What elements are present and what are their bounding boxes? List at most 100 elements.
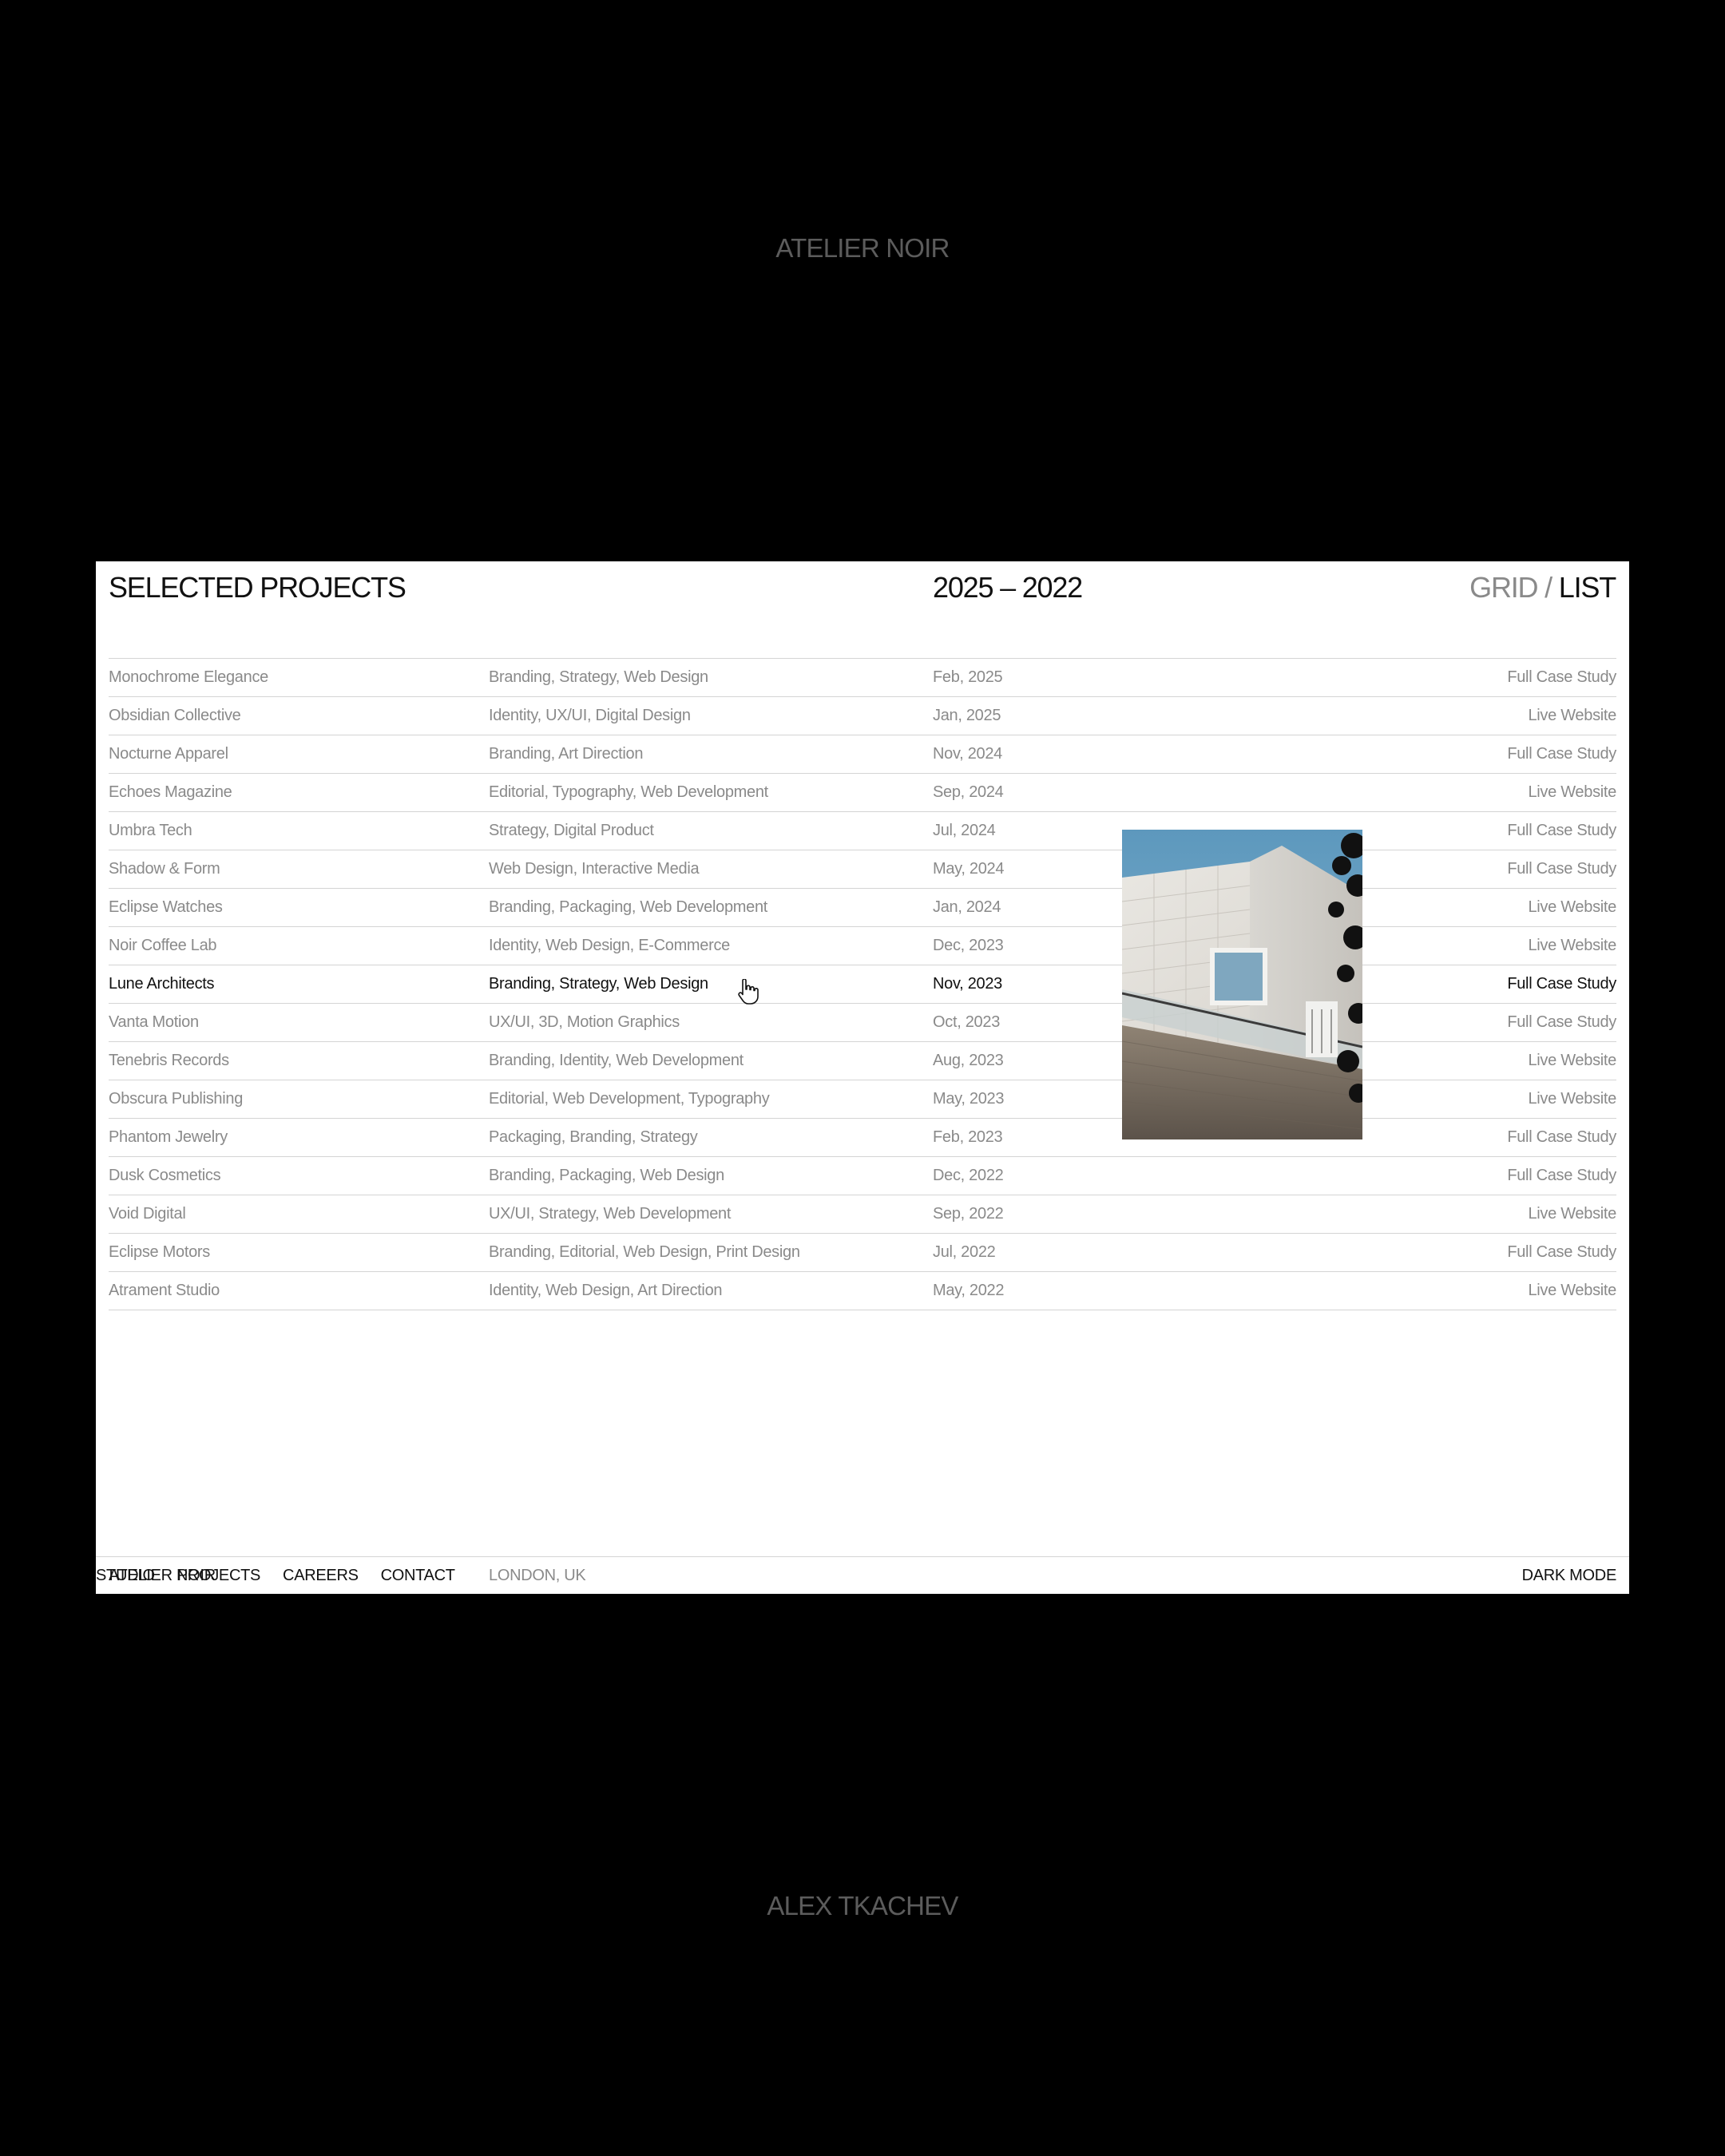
hand-pointer-icon xyxy=(738,979,759,1005)
project-link[interactable]: Live Website xyxy=(1528,927,1616,965)
project-services: Identity, Web Design, Art Direction xyxy=(489,1282,723,1299)
project-link[interactable]: Live Website xyxy=(1528,697,1616,735)
project-services: Identity, Web Design, E-Commerce xyxy=(489,937,730,954)
project-name: Obscura Publishing xyxy=(109,1090,244,1108)
table-row[interactable]: Nocturne Apparel Branding, Art Direction N… xyxy=(109,735,1616,773)
project-name: Echoes Magazine xyxy=(109,783,232,801)
project-date: Aug, 2023 xyxy=(933,1052,1004,1069)
project-services: Editorial, Typography, Web Development xyxy=(489,783,768,801)
list-view-button[interactable]: LIST xyxy=(1559,568,1616,608)
project-name: Monochrome Elegance xyxy=(109,668,268,686)
project-services: Branding, Strategy, Web Design xyxy=(489,668,708,686)
grid-view-button[interactable]: GRID xyxy=(1469,568,1538,608)
nav-careers[interactable]: CAREERS xyxy=(283,1557,359,1594)
table-row[interactable]: Eclipse Watches Branding, Packaging, Web … xyxy=(109,888,1616,926)
project-name: Phantom Jewelry xyxy=(109,1128,228,1146)
footer-nav: STUDIO PROJECTS CAREERS CONTACT xyxy=(96,1557,1629,1594)
project-services: Identity, UX/UI, Digital Design xyxy=(489,707,691,724)
project-name: Shadow & Form xyxy=(109,860,220,878)
table-row[interactable]: Vanta Motion UX/UI, 3D, Motion Graphics Oc… xyxy=(109,1003,1616,1041)
footer-location: LONDON, UK xyxy=(489,1567,586,1584)
project-link[interactable]: Live Website xyxy=(1528,1080,1616,1118)
projects-panel: SELECTED PROJECTS 2025 – 2022 GRID / LIS… xyxy=(96,561,1629,1594)
project-link[interactable]: Full Case Study xyxy=(1507,1119,1616,1156)
project-link[interactable]: Full Case Study xyxy=(1507,1004,1616,1041)
project-link[interactable]: Full Case Study xyxy=(1507,659,1616,696)
project-link[interactable]: Full Case Study xyxy=(1507,1157,1616,1195)
table-row[interactable]: Obscura Publishing Editorial, Web Develop… xyxy=(109,1080,1616,1118)
table-row[interactable]: Phantom Jewelry Packaging, Branding, Stra… xyxy=(109,1118,1616,1156)
project-name: Nocturne Apparel xyxy=(109,745,228,763)
dark-mode-toggle[interactable]: DARK MODE xyxy=(1522,1557,1617,1594)
project-name: Eclipse Watches xyxy=(109,898,223,916)
project-services: UX/UI, Strategy, Web Development xyxy=(489,1205,732,1223)
table-row[interactable]: Lune Architects Branding, Strategy, Web D… xyxy=(109,965,1616,1003)
project-date: Jul, 2024 xyxy=(933,822,996,839)
project-date: Dec, 2023 xyxy=(933,937,1004,954)
project-link[interactable]: Live Website xyxy=(1528,1272,1616,1310)
project-services: Packaging, Branding, Strategy xyxy=(489,1128,698,1146)
project-list: Monochrome Elegance Branding, Strategy, W… xyxy=(109,658,1616,1310)
table-row[interactable]: Noir Coffee Lab Identity, Web Design, E-C… xyxy=(109,926,1616,965)
project-services: Editorial, Web Development, Typography xyxy=(489,1090,770,1108)
project-services: Branding, Art Direction xyxy=(489,745,644,763)
project-date: May, 2023 xyxy=(933,1090,1005,1108)
project-date: Feb, 2023 xyxy=(933,1128,1003,1146)
project-date: Nov, 2024 xyxy=(933,745,1002,763)
page-title: SELECTED PROJECTS xyxy=(109,571,406,604)
project-name: Noir Coffee Lab xyxy=(109,937,217,954)
project-date: Dec, 2022 xyxy=(933,1167,1004,1184)
project-date: Sep, 2024 xyxy=(933,783,1004,801)
table-row[interactable]: Obsidian Collective Identity, UX/UI, Digi… xyxy=(109,696,1616,735)
project-date: Jul, 2022 xyxy=(933,1243,996,1261)
project-services: Branding, Editorial, Web Design, Print D… xyxy=(489,1243,800,1261)
project-date: May, 2024 xyxy=(933,860,1005,878)
project-name: Umbra Tech xyxy=(109,822,192,839)
footer-brand[interactable]: ATELIER NOIR xyxy=(109,1557,216,1594)
project-services: Strategy, Digital Product xyxy=(489,822,654,839)
table-row[interactable]: Tenebris Records Branding, Identity, Web … xyxy=(109,1041,1616,1080)
project-link[interactable]: Full Case Study xyxy=(1507,735,1616,773)
year-range: 2025 – 2022 xyxy=(933,571,1083,604)
project-services: UX/UI, 3D, Motion Graphics xyxy=(489,1013,680,1031)
project-link[interactable]: Live Website xyxy=(1528,1195,1616,1233)
project-date: Oct, 2023 xyxy=(933,1013,1001,1031)
project-services: Branding, Packaging, Web Development xyxy=(489,898,768,916)
project-link[interactable]: Full Case Study xyxy=(1507,812,1616,850)
project-link[interactable]: Full Case Study xyxy=(1507,850,1616,888)
top-brand: ATELIER NOIR xyxy=(775,233,950,263)
project-name: Lune Architects xyxy=(109,975,215,993)
project-preview-image xyxy=(1122,830,1362,1139)
project-link[interactable]: Full Case Study xyxy=(1507,1234,1616,1271)
project-services: Branding, Identity, Web Development xyxy=(489,1052,744,1069)
project-name: Void Digital xyxy=(109,1205,186,1223)
footer: ATELIER NOIR LONDON, UK STUDIO PROJECTS … xyxy=(96,1556,1629,1595)
project-link[interactable]: Live Website xyxy=(1528,774,1616,811)
table-row[interactable]: Dusk Cosmetics Branding, Packaging, Web D… xyxy=(109,1156,1616,1195)
project-services: Branding, Strategy, Web Design xyxy=(489,975,708,993)
project-name: Tenebris Records xyxy=(109,1052,229,1069)
table-row[interactable]: Eclipse Motors Branding, Editorial, Web D… xyxy=(109,1233,1616,1271)
project-name: Vanta Motion xyxy=(109,1013,199,1031)
project-name: Dusk Cosmetics xyxy=(109,1167,221,1184)
project-link[interactable]: Live Website xyxy=(1528,889,1616,926)
table-row[interactable]: Void Digital UX/UI, Strategy, Web Develop… xyxy=(109,1195,1616,1233)
table-row[interactable]: Umbra Tech Strategy, Digital Product Jul, … xyxy=(109,811,1616,850)
project-link[interactable]: Live Website xyxy=(1528,1042,1616,1080)
table-row[interactable]: Monochrome Elegance Branding, Strategy, W… xyxy=(109,658,1616,696)
project-date: Jan, 2025 xyxy=(933,707,1001,724)
panel-header: SELECTED PROJECTS 2025 – 2022 GRID / LIS… xyxy=(96,561,1629,657)
bottom-credit: ALEX TKACHEV xyxy=(767,1891,958,1920)
nav-contact[interactable]: CONTACT xyxy=(381,1557,455,1594)
project-link[interactable]: Full Case Study xyxy=(1507,965,1616,1003)
project-date: Feb, 2025 xyxy=(933,668,1003,686)
project-name: Obsidian Collective xyxy=(109,707,241,724)
table-row[interactable]: Atrament Studio Identity, Web Design, Art… xyxy=(109,1271,1616,1310)
project-date: Sep, 2022 xyxy=(933,1205,1004,1223)
project-date: Jan, 2024 xyxy=(933,898,1001,916)
table-row[interactable]: Echoes Magazine Editorial, Typography, We… xyxy=(109,773,1616,811)
project-services: Web Design, Interactive Media xyxy=(489,860,700,878)
table-row[interactable]: Shadow & Form Web Design, Interactive Med… xyxy=(109,850,1616,888)
project-date: Nov, 2023 xyxy=(933,975,1002,993)
project-date: May, 2022 xyxy=(933,1282,1005,1299)
